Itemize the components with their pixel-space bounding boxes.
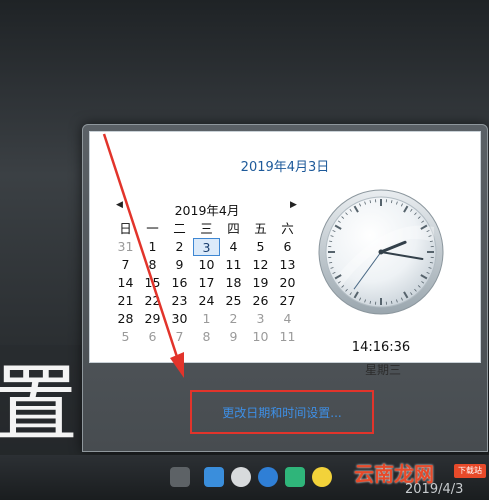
- calendar-day[interactable]: 5: [247, 238, 274, 256]
- calendar-day[interactable]: 3: [193, 238, 220, 256]
- weekday-header: 六: [281, 221, 294, 236]
- calendar-day[interactable]: 7: [112, 256, 139, 274]
- date-time-flyout: 2019年4月3日 ◀ 2019年4月 ▶ 日一二三四五六 31 1 2 3 4 5 6 7 8…: [82, 124, 488, 452]
- calendar-day[interactable]: 15: [139, 274, 166, 292]
- calendar-day[interactable]: 21: [112, 292, 139, 310]
- current-date-link[interactable]: 2019年4月3日: [90, 156, 480, 175]
- digital-time: 14:16:36: [351, 340, 411, 355]
- calendar-day[interactable]: 11: [220, 256, 247, 274]
- calendar-day[interactable]: 8: [193, 328, 220, 346]
- calendar-day[interactable]: 1: [193, 310, 220, 328]
- next-month-button[interactable]: ▶: [290, 200, 297, 210]
- weekday-header: 四: [227, 221, 240, 236]
- app-icon-video[interactable]: [285, 467, 305, 487]
- calendar-day[interactable]: 23: [166, 292, 193, 310]
- calendar-day[interactable]: 5: [112, 328, 139, 346]
- app-icon-shield[interactable]: [258, 467, 278, 487]
- analog-clock: [318, 189, 444, 315]
- weekday-header: 三: [200, 221, 213, 236]
- calendar-day[interactable]: 4: [274, 310, 301, 328]
- calendar-day[interactable]: 31: [112, 238, 139, 256]
- app-icon-blue[interactable]: [204, 467, 224, 487]
- calendar-clock-panel: 2019年4月3日 ◀ 2019年4月 ▶ 日一二三四五六 31 1 2 3 4 5 6 7 8…: [89, 131, 481, 363]
- calendar-day[interactable]: 9: [166, 256, 193, 274]
- calendar-day[interactable]: 27: [274, 292, 301, 310]
- calendar-day[interactable]: 6: [274, 238, 301, 256]
- weekday-header: 五: [254, 221, 267, 236]
- calendar-day[interactable]: 19: [247, 274, 274, 292]
- calendar-day[interactable]: 10: [193, 256, 220, 274]
- weekday-header: 一: [146, 221, 159, 236]
- calendar-week-row: 28 29 30 1 2 3 4: [112, 310, 302, 328]
- calendar-day[interactable]: 20: [274, 274, 301, 292]
- weekday-header-row: 日一二三四五六: [112, 220, 302, 238]
- calendar-day[interactable]: 4: [220, 238, 247, 256]
- calendar-day[interactable]: 7: [166, 328, 193, 346]
- calendar-day[interactable]: 6: [139, 328, 166, 346]
- watermark-badge: 下载站: [454, 464, 486, 478]
- calendar-day[interactable]: 28: [112, 310, 139, 328]
- weekday-header: 日: [119, 221, 132, 236]
- keyboard-icon[interactable]: [170, 467, 190, 487]
- change-date-time-settings-label[interactable]: 更改日期和时间设置...: [222, 404, 341, 421]
- calendar-day[interactable]: 18: [220, 274, 247, 292]
- calendar-day[interactable]: 16: [166, 274, 193, 292]
- calendar-week-row: 14 15 16 17 18 19 20: [112, 274, 302, 292]
- calendar-day[interactable]: 10: [247, 328, 274, 346]
- calendar-day[interactable]: 1: [139, 238, 166, 256]
- calendar-day[interactable]: 14: [112, 274, 139, 292]
- change-date-time-settings-link[interactable]: 更改日期和时间设置...: [190, 390, 374, 434]
- watermark-text: 云南龙网: [354, 462, 434, 486]
- calendar-day[interactable]: 26: [247, 292, 274, 310]
- calendar-day[interactable]: 2: [166, 238, 193, 256]
- calendar-day[interactable]: 13: [274, 256, 301, 274]
- calendar-month-label[interactable]: 2019年4月: [112, 200, 302, 219]
- calendar-day[interactable]: 30: [166, 310, 193, 328]
- weekday-header: 二: [173, 221, 186, 236]
- calendar-day[interactable]: 11: [274, 328, 301, 346]
- calendar-week-row: 7 8 9 10 11 12 13: [112, 256, 302, 274]
- app-icon-gear[interactable]: [231, 467, 251, 487]
- calendar-day[interactable]: 24: [193, 292, 220, 310]
- background-character: 置: [0, 355, 79, 453]
- calendar: ◀ 2019年4月 ▶ 日一二三四五六 31 1 2 3 4 5 6 7 8 9 10 11 12 13 1…: [112, 198, 302, 346]
- weekday-label: 星期三: [364, 363, 401, 377]
- calendar-grid: 31 1 2 3 4 5 6 7 8 9 10 11 12 13 14 15 16 17 18 19 20 21 22 23 2…: [112, 238, 302, 346]
- calendar-day[interactable]: 17: [193, 274, 220, 292]
- calendar-day[interactable]: 8: [139, 256, 166, 274]
- calendar-week-row: 21 22 23 24 25 26 27: [112, 292, 302, 310]
- calendar-day[interactable]: 29: [139, 310, 166, 328]
- calendar-day[interactable]: 12: [247, 256, 274, 274]
- calendar-week-row: 5 6 7 8 9 10 11: [112, 328, 302, 346]
- calendar-day[interactable]: 9: [220, 328, 247, 346]
- calendar-day[interactable]: 3: [247, 310, 274, 328]
- calendar-day[interactable]: 2: [220, 310, 247, 328]
- calendar-day[interactable]: 22: [139, 292, 166, 310]
- app-icon-green-plus[interactable]: [312, 467, 332, 487]
- calendar-header: ◀ 2019年4月 ▶: [112, 198, 302, 220]
- clock-center-cap: [378, 249, 384, 255]
- calendar-week-row: 31 1 2 3 4 5 6: [112, 238, 302, 256]
- calendar-day[interactable]: 25: [220, 292, 247, 310]
